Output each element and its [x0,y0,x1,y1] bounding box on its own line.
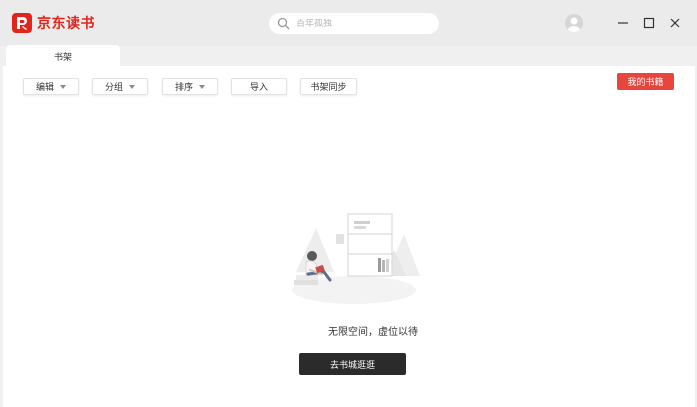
my-books-button[interactable]: 我的书籍 [617,73,674,90]
minimize-icon [618,22,628,24]
title-bar: 京东读书 [0,0,697,46]
group-label: 分组 [104,83,123,93]
app-logo: 京东读书 [12,12,95,34]
maximize-icon [643,17,655,29]
group-dropdown[interactable]: 分组 [92,78,148,95]
sync-bookshelf-button[interactable]: 书架同步 [300,78,357,95]
sort-dropdown[interactable]: 排序 [162,78,218,95]
import-button[interactable]: 导入 [231,78,287,95]
bookshelf-content: 编辑 分组 排序 导入 书架同步 我的书籍 无限空间，虚位以待 去书城逛逛 [3,66,695,407]
minimize-button[interactable] [613,13,633,33]
close-button[interactable] [665,13,685,33]
go-to-bookstore-button[interactable]: 去书城逛逛 [299,353,406,375]
caret-down-icon [60,84,66,89]
caret-down-icon [129,84,135,89]
empty-state-message: 无限空间，虚位以待 [328,327,418,338]
jd-read-logo-icon [12,13,32,33]
edit-dropdown[interactable]: 编辑 [23,78,79,95]
sort-label: 排序 [174,83,193,93]
search-input[interactable] [296,18,426,29]
reading-person-bookshelf-illustration [292,213,420,304]
search-box[interactable] [269,13,439,34]
search-icon[interactable] [277,17,290,30]
app-title: 京东读书 [37,16,95,32]
close-icon [670,18,680,28]
maximize-button[interactable] [639,13,659,33]
edit-label: 编辑 [35,83,54,93]
caret-down-icon [199,84,205,89]
tab-bookshelf[interactable]: 书架 [6,45,120,67]
user-avatar-icon[interactable] [565,14,583,32]
